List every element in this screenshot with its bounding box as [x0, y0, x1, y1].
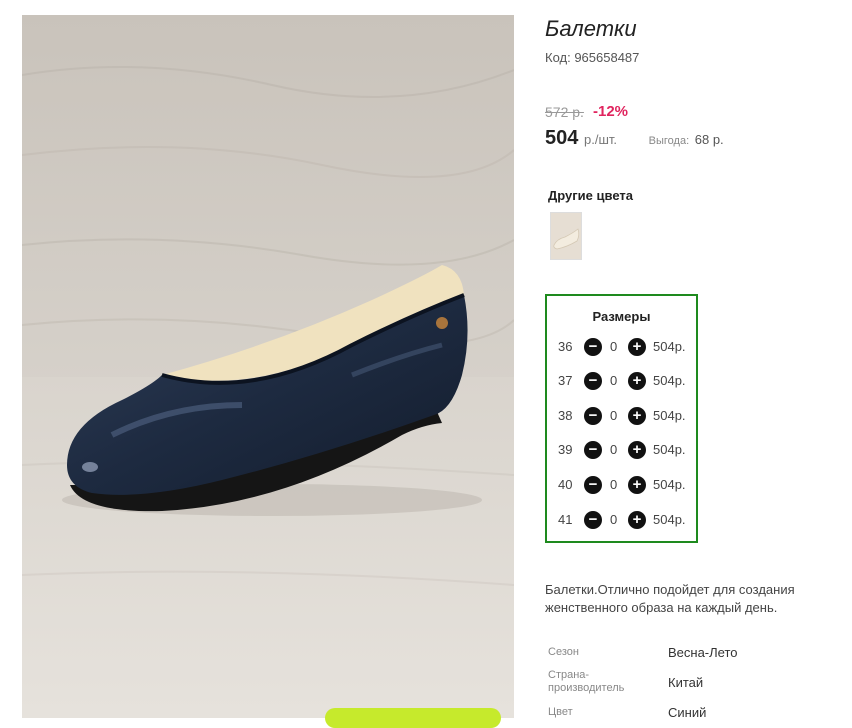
size-price: 504р.: [653, 477, 686, 492]
size-row: 37 − 0 + 504р.: [557, 371, 697, 391]
minus-icon[interactable]: −: [584, 338, 602, 356]
savings-value: 68 р.: [694, 132, 724, 147]
size-number: 36: [558, 339, 573, 354]
attr-label-color: Цвет: [548, 706, 573, 718]
color-swatch-beige[interactable]: [550, 212, 582, 260]
savings-label: Выгода:: [648, 135, 690, 147]
size-row: 36 − 0 + 504р.: [557, 337, 697, 357]
price-row: 504 р./шт. Выгода: 68 р.: [545, 127, 724, 150]
minus-icon[interactable]: −: [584, 511, 602, 529]
other-colors-label: Другие цвета: [548, 188, 633, 203]
minus-icon[interactable]: −: [584, 407, 602, 425]
plus-icon[interactable]: +: [628, 338, 646, 356]
add-to-cart-button[interactable]: [325, 708, 501, 728]
size-row: 41 − 0 + 504р.: [557, 510, 697, 530]
plus-icon[interactable]: +: [628, 407, 646, 425]
size-quantity: 0: [610, 408, 618, 423]
product-title: Балетки: [545, 16, 637, 41]
size-number: 39: [558, 442, 573, 457]
product-photo[interactable]: [22, 15, 514, 718]
product-description: Балетки.Отлично подойдет для создания же…: [545, 582, 795, 615]
shoe-image: [22, 15, 514, 718]
size-quantity: 0: [610, 339, 618, 354]
size-number: 38: [558, 408, 573, 423]
minus-icon[interactable]: −: [584, 441, 602, 459]
price-unit: р./шт.: [584, 132, 618, 147]
size-number: 37: [558, 373, 573, 388]
attr-label-country: Страна-производитель: [548, 669, 625, 694]
size-quantity: 0: [610, 373, 618, 388]
attr-value-season: Весна-Лето: [668, 645, 738, 660]
size-quantity: 0: [610, 512, 618, 527]
plus-icon[interactable]: +: [628, 372, 646, 390]
size-row: 39 − 0 + 504р.: [557, 440, 697, 460]
current-price: 504: [545, 127, 579, 149]
attr-label-season: Сезон: [548, 646, 579, 658]
size-row: 38 − 0 + 504р.: [557, 406, 697, 426]
size-price: 504р.: [653, 442, 686, 457]
product-code: Код: 965658487: [545, 50, 640, 65]
size-quantity: 0: [610, 442, 618, 457]
size-price: 504р.: [653, 339, 686, 354]
discount-badge: -12%: [593, 103, 629, 120]
attr-value-country: Китай: [668, 675, 704, 690]
plus-icon[interactable]: +: [628, 511, 646, 529]
old-price: 572 р.: [545, 104, 584, 120]
size-number: 41: [558, 512, 573, 527]
size-price: 504р.: [653, 408, 686, 423]
sizes-panel: Размеры 36 − 0 + 504р. 37 − 0 + 504р. 38…: [545, 294, 698, 543]
sizes-title: Размеры: [592, 309, 651, 324]
size-quantity: 0: [610, 477, 618, 492]
plus-icon[interactable]: +: [628, 441, 646, 459]
plus-icon[interactable]: +: [628, 476, 646, 494]
size-price: 504р.: [653, 373, 686, 388]
size-number: 40: [558, 477, 573, 492]
minus-icon[interactable]: −: [584, 372, 602, 390]
minus-icon[interactable]: −: [584, 476, 602, 494]
size-price: 504р.: [653, 512, 686, 527]
size-row: 40 − 0 + 504р.: [557, 475, 697, 495]
beige-shoe-thumbnail: [551, 213, 581, 259]
